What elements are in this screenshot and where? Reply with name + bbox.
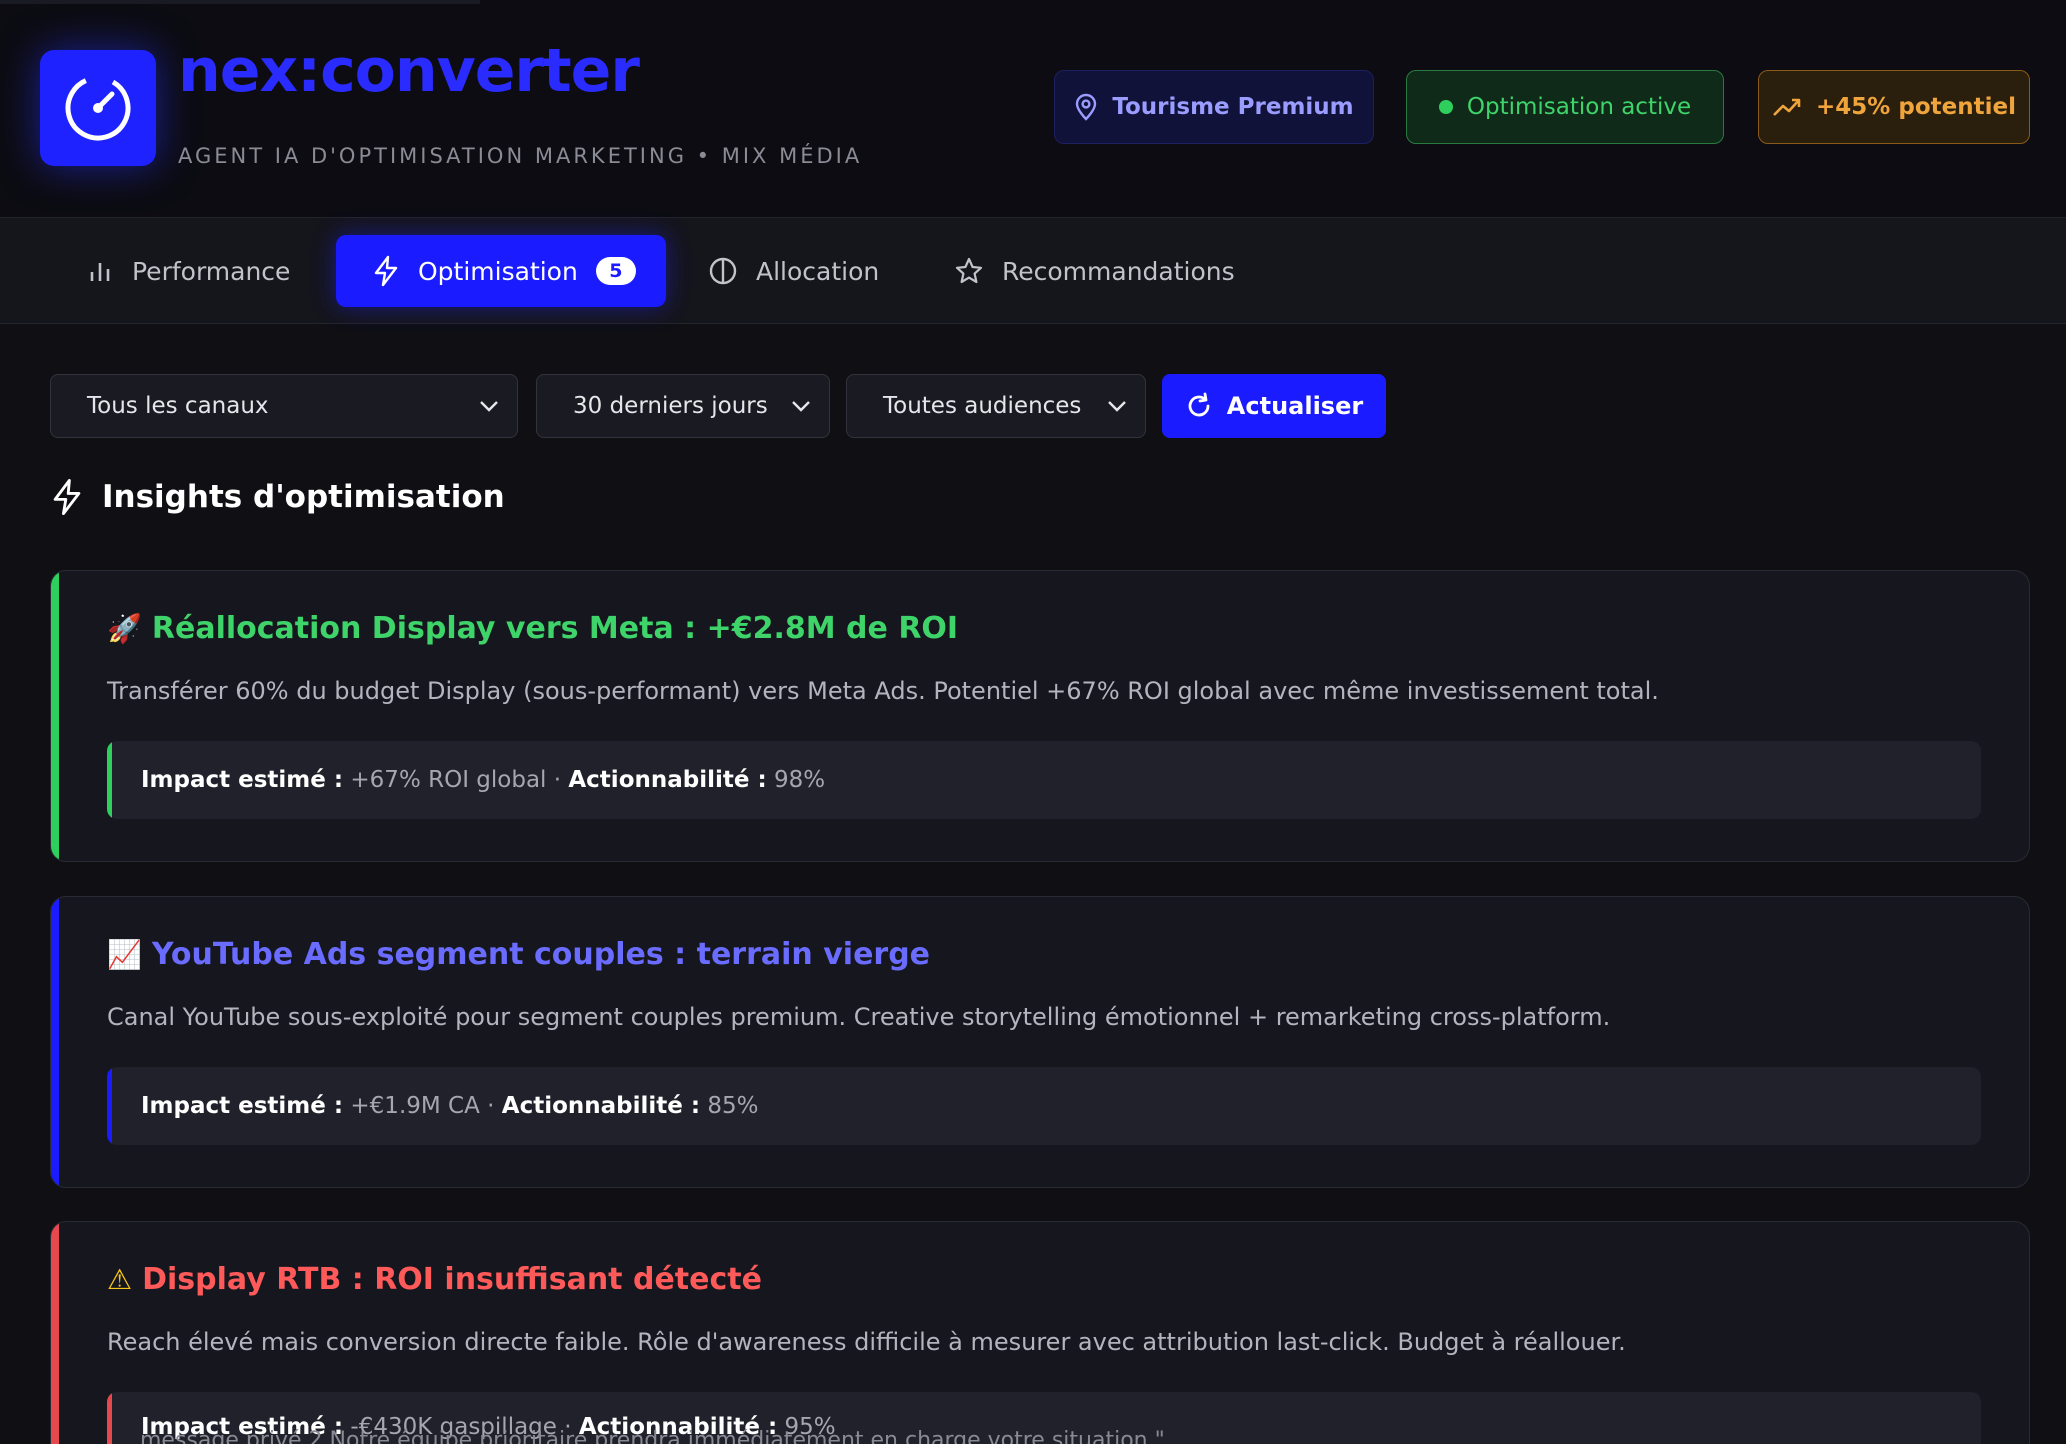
- insight-title-text: Réallocation Display vers Meta : +€2.8M …: [151, 611, 959, 646]
- audience-select[interactable]: Toutes audiences: [846, 374, 1146, 438]
- impact-separator: ·: [553, 767, 562, 793]
- card-accent-bar: [51, 571, 59, 861]
- actionability-label: Actionnabilité :: [568, 767, 767, 793]
- trending-up-icon: [1773, 98, 1801, 116]
- impact-accent-bar: [107, 1067, 112, 1145]
- main-tabs: Performance Optimisation 5 Allocation Re…: [0, 218, 2066, 324]
- brand-name: nex:converter: [178, 36, 640, 106]
- optimisation-count-badge: 5: [595, 257, 636, 285]
- insights-section-title: Insights d'optimisation: [50, 478, 505, 516]
- tourism-pill-label: Tourisme Premium: [1112, 94, 1354, 120]
- actionability-label: Actionnabilité :: [501, 1093, 701, 1119]
- impact-value: +67% ROI global: [350, 767, 547, 793]
- impact-label: Impact estimé :: [141, 1093, 344, 1119]
- card-accent-bar: [51, 1222, 59, 1444]
- impact-separator: ·: [487, 1093, 495, 1119]
- tab-recommandations[interactable]: Recommandations: [934, 235, 1255, 307]
- pie-half-icon: [709, 257, 737, 285]
- chart-up-icon: 📈: [107, 938, 142, 971]
- logo[interactable]: [40, 50, 156, 166]
- insights-section-title-text: Insights d'optimisation: [102, 479, 505, 515]
- gauge-icon: [65, 75, 131, 141]
- star-icon: [955, 257, 983, 284]
- optimization-status-label: Optimisation active: [1466, 94, 1692, 120]
- location-pin-icon: [1076, 93, 1097, 121]
- lightning-icon: [53, 478, 81, 516]
- potential-pill-label: +45% potentiel: [1816, 94, 2016, 120]
- chevron-down-icon: [1108, 401, 1126, 412]
- status-dot-icon: [1438, 100, 1453, 114]
- refresh-button-label: Actualiser: [1226, 392, 1364, 420]
- warning-icon: ⚠: [107, 1263, 133, 1296]
- bar-chart-icon: [90, 263, 110, 281]
- insight-description: Transférer 60% du budget Display (sous-p…: [107, 677, 1659, 705]
- insight-description: Canal YouTube sous-exploité pour segment…: [107, 1003, 1611, 1031]
- audience-select-value: Toutes audiences: [883, 393, 1082, 419]
- tab-allocation[interactable]: Allocation: [688, 235, 899, 307]
- optimization-status-pill[interactable]: Optimisation active: [1406, 70, 1724, 144]
- tab-performance-label: Performance: [132, 256, 291, 286]
- top-progress-line: [0, 0, 480, 4]
- tab-recommandations-label: Recommandations: [1002, 256, 1235, 286]
- insight-card[interactable]: 📈 YouTube Ads segment couples : terrain …: [50, 896, 2030, 1188]
- tab-optimisation[interactable]: Optimisation 5: [336, 235, 666, 307]
- channels-select[interactable]: Tous les canaux: [50, 374, 518, 438]
- refresh-button[interactable]: Actualiser: [1162, 374, 1386, 438]
- chat-overlay-text: message privé 2 Notre équipe prioritaire…: [140, 1428, 1165, 1444]
- tab-allocation-label: Allocation: [756, 256, 880, 286]
- insight-impact-box: Impact estimé : +€1.9M CA · Actionnabili…: [107, 1067, 1981, 1145]
- insight-card[interactable]: ⚠ Display RTB : ROI insuffisant détecté …: [50, 1221, 2030, 1444]
- period-select-value: 30 derniers jours: [573, 393, 768, 419]
- period-select[interactable]: 30 derniers jours: [536, 374, 830, 438]
- impact-label: Impact estimé :: [141, 767, 344, 793]
- refresh-icon: [1188, 392, 1210, 417]
- tab-optimisation-label: Optimisation: [418, 256, 578, 286]
- actionability-value: 85%: [707, 1093, 759, 1119]
- card-accent-bar: [51, 897, 59, 1187]
- potential-pill[interactable]: +45% potentiel: [1758, 70, 2030, 144]
- insight-title: 🚀 Réallocation Display vers Meta : +€2.8…: [107, 611, 958, 646]
- channels-select-value: Tous les canaux: [87, 393, 269, 419]
- impact-accent-bar: [107, 1392, 112, 1444]
- chevron-down-icon: [480, 401, 498, 412]
- actionability-value: 98%: [773, 767, 826, 793]
- chevron-down-icon: [792, 401, 810, 412]
- insight-card[interactable]: 🚀 Réallocation Display vers Meta : +€2.8…: [50, 570, 2030, 862]
- lightning-icon: [374, 255, 398, 287]
- insight-title-text: YouTube Ads segment couples : terrain vi…: [151, 937, 931, 972]
- insight-impact-box: Impact estimé : +67% ROI global · Action…: [107, 741, 1981, 819]
- tab-performance[interactable]: Performance: [66, 235, 310, 307]
- impact-value: +€1.9M CA: [350, 1093, 480, 1119]
- insight-description: Reach élevé mais conversion directe faib…: [107, 1328, 1626, 1356]
- impact-accent-bar: [107, 741, 112, 819]
- app-header: nex:converter AGENT IA D'OPTIMISATION MA…: [0, 0, 2066, 218]
- insight-title: 📈 YouTube Ads segment couples : terrain …: [107, 937, 930, 972]
- brand-tagline: AGENT IA D'OPTIMISATION MARKETING • MIX …: [178, 144, 863, 168]
- insight-title: ⚠ Display RTB : ROI insuffisant détecté: [107, 1262, 762, 1297]
- insight-title-text: Display RTB : ROI insuffisant détecté: [142, 1262, 762, 1297]
- rocket-icon: 🚀: [107, 612, 142, 645]
- tourism-pill[interactable]: Tourisme Premium: [1054, 70, 1374, 144]
